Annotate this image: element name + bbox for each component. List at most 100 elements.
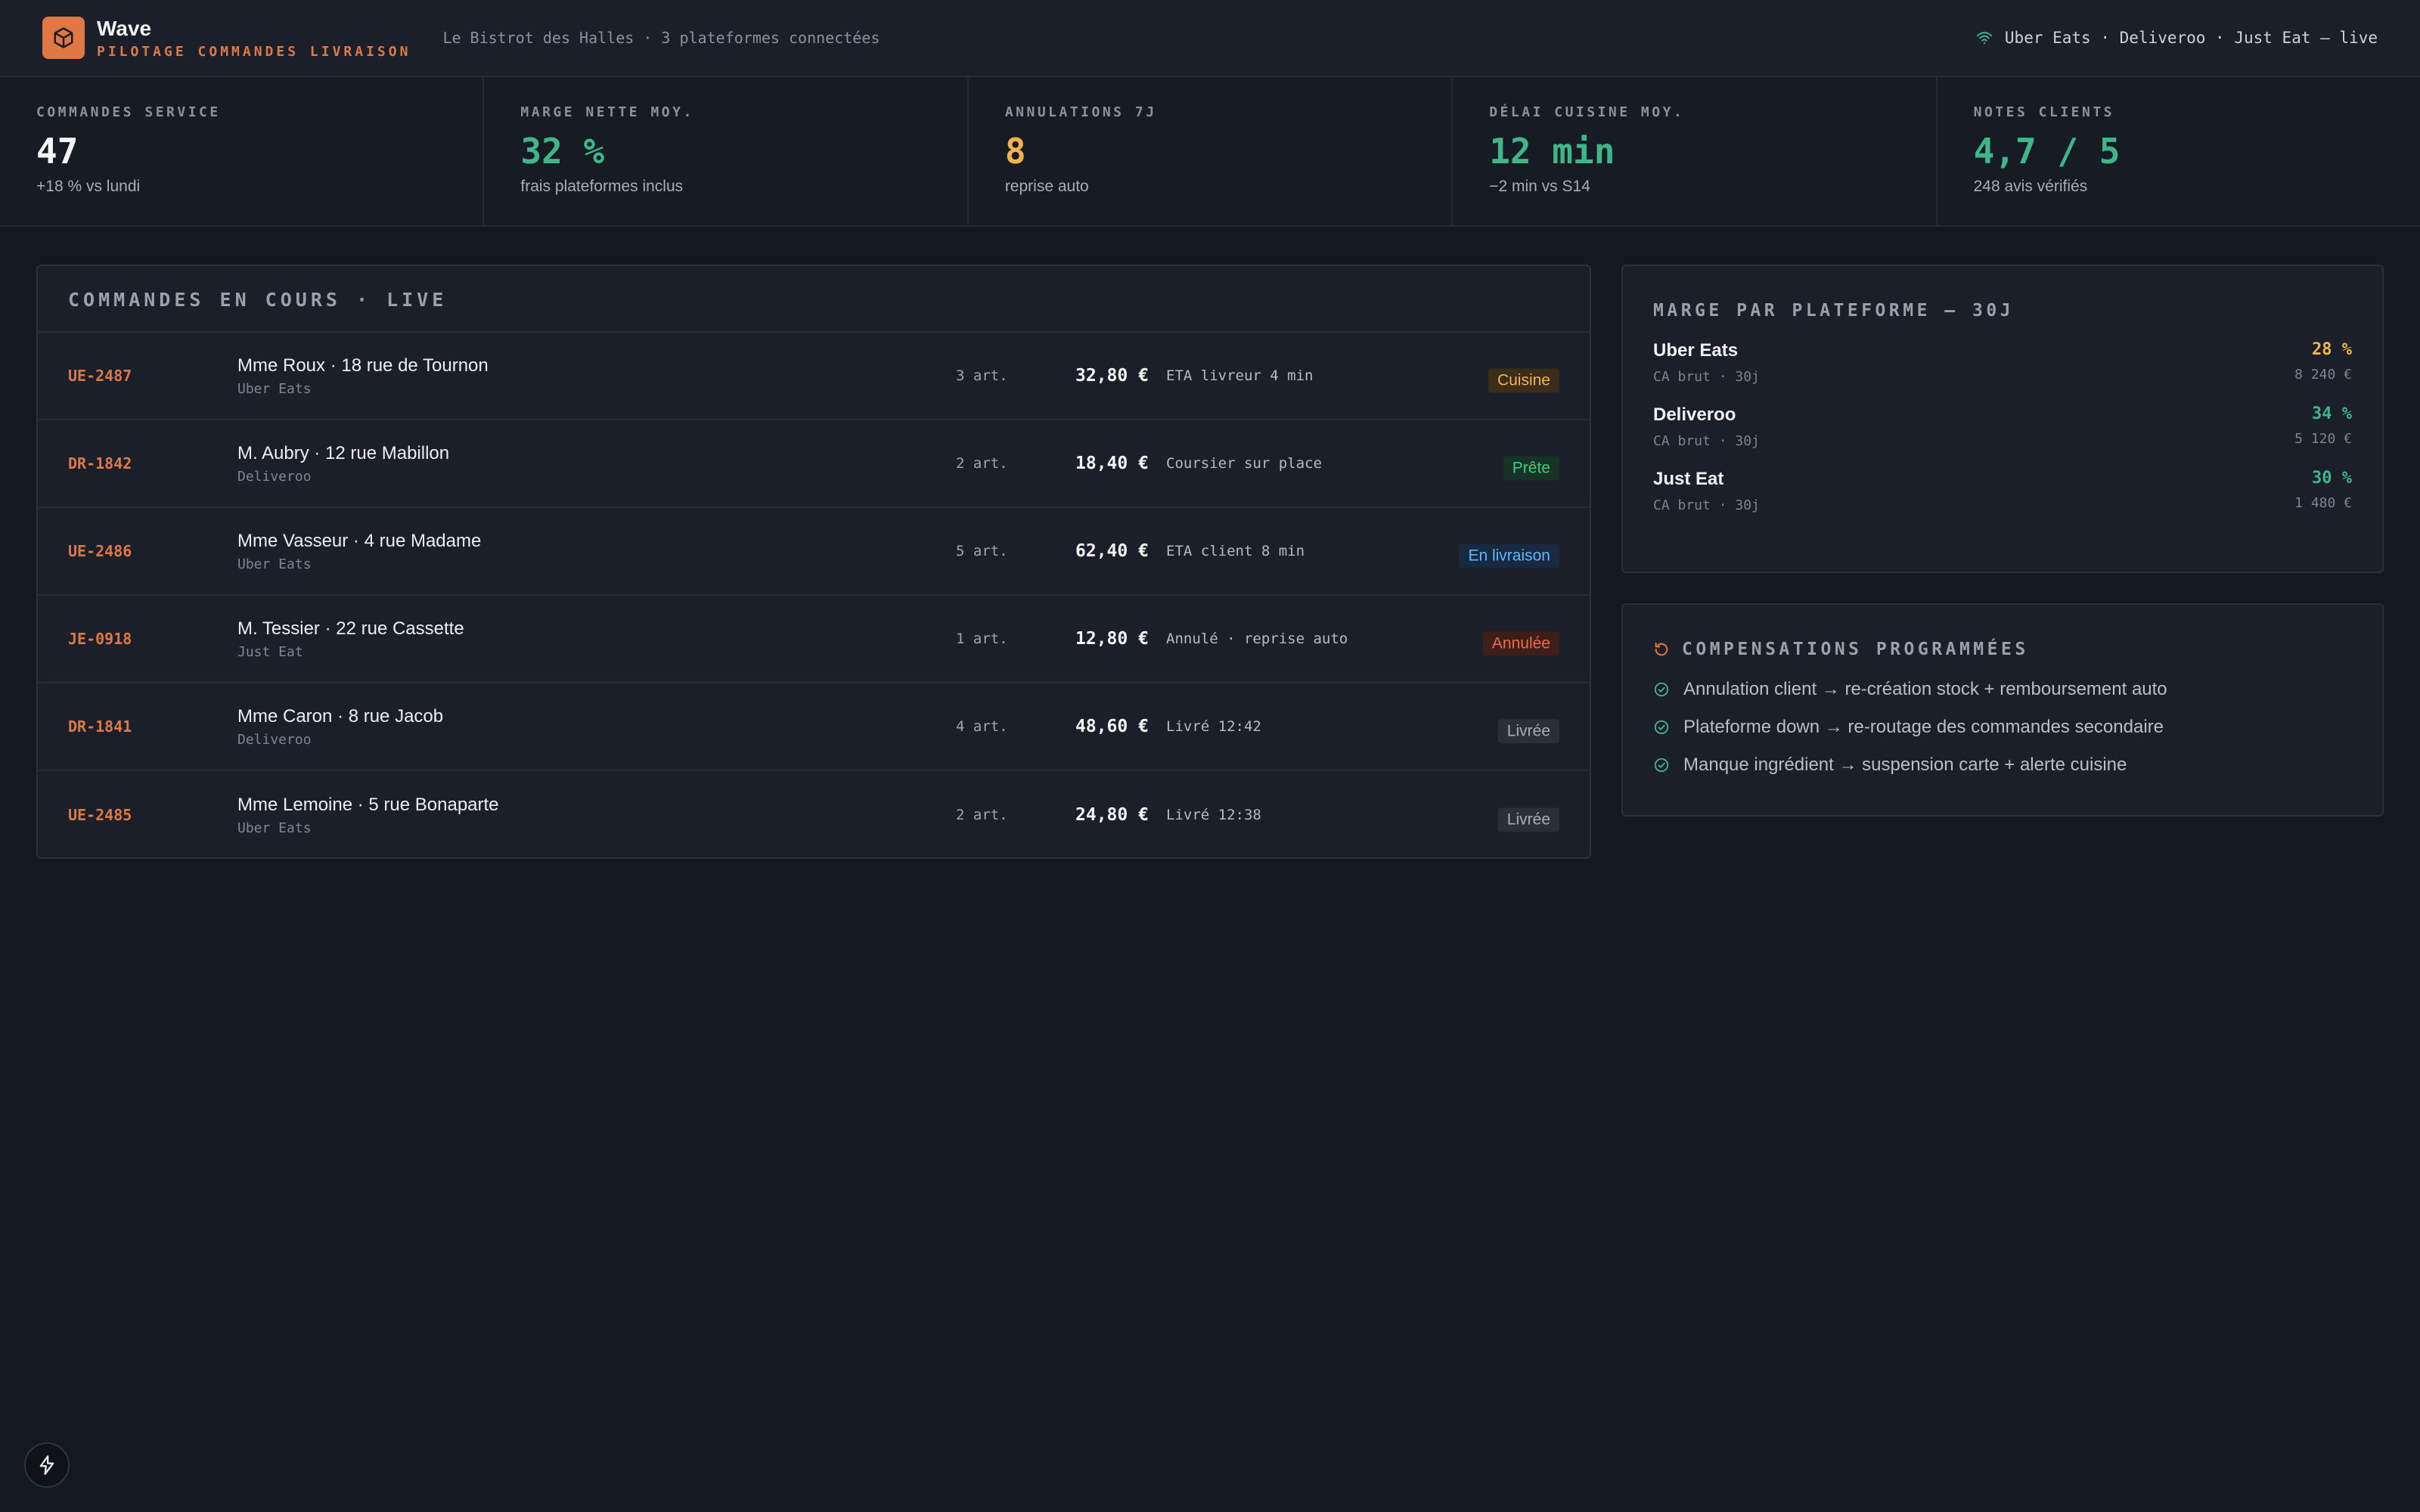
order-customer: Mme Lemoine · 5 rue Bonaparte Uber Eats <box>237 795 956 836</box>
order-row[interactable]: DR-1842 M. Aubry · 12 rue Mabillon Deliv… <box>38 420 1590 508</box>
kpi-value: 12 min <box>1489 131 1615 172</box>
kpi-orders: COMMANDES SERVICE 47 +18 % vs lundi <box>0 77 485 225</box>
order-platform: Deliveroo <box>237 468 312 485</box>
order-id: JE-0918 <box>68 630 132 648</box>
kpi-label: ANNULATIONS 7J <box>1004 104 1157 120</box>
order-price: 48,60 € <box>1075 717 1149 736</box>
order-row[interactable]: UE-2486 Mme Vasseur · 4 rue Madame Uber … <box>38 508 1590 596</box>
order-status-text: Coursier sur place <box>1166 455 1322 472</box>
order-platform: Uber Eats <box>237 820 312 836</box>
quick-action-button[interactable] <box>24 1442 70 1488</box>
order-price: 24,80 € <box>1075 805 1149 825</box>
customer-name: Mme Caron · 8 rue Jacob <box>237 705 444 727</box>
order-price: 18,40 € <box>1075 454 1149 473</box>
platform-margin: 30 % <box>2312 469 2352 488</box>
kpi-label: NOTES CLIENTS <box>1973 104 2115 120</box>
platform-revenue: 5 120 € <box>2294 431 2352 447</box>
order-row[interactable]: UE-2487 Mme Roux · 18 rue de Tournon Ube… <box>38 333 1590 420</box>
live-status-text: Uber Eats · Deliveroo · Just Eat — live <box>2004 29 2378 47</box>
order-id: UE-2486 <box>68 542 132 560</box>
kpi-sub: +18 % vs lundi <box>36 178 141 195</box>
check-circle-icon <box>1654 758 1669 773</box>
brand-name: Wave <box>97 16 152 40</box>
order-row[interactable]: DR-1841 Mme Caron · 8 rue Jacob Delivero… <box>38 683 1590 771</box>
platform-margin: 28 % <box>2312 340 2352 359</box>
platform-margin: 34 % <box>2312 404 2352 423</box>
kpi-ratings: NOTES CLIENTS 4,7 / 5 248 avis vérifiés <box>1938 77 2420 225</box>
compensation-item: Manque ingrédient → suspension carte + a… <box>1653 754 2352 776</box>
check-circle-icon <box>1654 720 1669 735</box>
kpi-strip: COMMANDES SERVICE 47 +18 % vs lundi MARG… <box>0 77 2420 227</box>
customer-name: Mme Vasseur · 4 rue Madame <box>237 530 482 551</box>
order-price: 12,80 € <box>1075 629 1149 649</box>
order-items: 1 art. <box>956 631 1008 647</box>
order-price: 32,80 € <box>1075 366 1149 386</box>
status-badge: Livrée <box>1497 719 1559 744</box>
compensations-header: COMPENSATIONS PROGRAMMÉES <box>1653 640 2352 659</box>
order-id: UE-2485 <box>68 806 132 824</box>
compensation-text: Plateforme down → re-routage des command… <box>1683 717 2164 737</box>
kpi-margin: MARGE NETTE MOY. 32 % frais plateformes … <box>484 77 969 225</box>
kpi-label: MARGE NETTE MOY. <box>520 104 694 120</box>
kpi-sub: reprise auto <box>1004 178 1089 195</box>
status-badge: Annulée <box>1482 631 1559 656</box>
lightning-icon <box>39 1455 54 1475</box>
order-id: DR-1842 <box>68 454 132 472</box>
brand-subtitle: PILOTAGE COMMANDES LIVRAISON <box>97 43 411 60</box>
order-platform: Uber Eats <box>237 380 312 397</box>
margin-row-just-eat: Just Eat CA brut · 30j 30 % 1 480 € <box>1653 469 2352 513</box>
margin-title: MARGE PAR PLATEFORME — 30J <box>1653 301 2015 321</box>
order-row[interactable]: UE-2485 Mme Lemoine · 5 rue Bonaparte Ub… <box>38 771 1590 857</box>
orders-panel: COMMANDES EN COURS · LIVE UE-2487 Mme Ro… <box>36 265 1591 859</box>
live-status: Uber Eats · Deliveroo · Just Eat — live <box>1976 29 2378 47</box>
compensations-title: COMPENSATIONS PROGRAMMÉES <box>1682 640 2029 659</box>
kpi-sub: frais plateformes inclus <box>520 178 684 195</box>
kpi-cancellations: ANNULATIONS 7J 8 reprise auto <box>969 77 1454 225</box>
order-id: DR-1841 <box>68 717 132 736</box>
order-status-text: Annulé · reprise auto <box>1166 631 1348 647</box>
order-row[interactable]: JE-0918 M. Tessier · 22 rue Cassette Jus… <box>38 596 1590 683</box>
order-platform: Uber Eats <box>237 556 312 572</box>
order-customer: Mme Vasseur · 4 rue Madame Uber Eats <box>237 531 956 572</box>
order-status-text: ETA client 8 min <box>1166 543 1305 559</box>
order-items: 2 art. <box>956 807 1008 823</box>
compensations-panel: COMPENSATIONS PROGRAMMÉES Annulation cli… <box>1621 603 2384 816</box>
order-items: 5 art. <box>956 543 1008 559</box>
order-items: 4 art. <box>956 718 1008 735</box>
platform-name: Deliveroo <box>1653 404 1736 425</box>
order-customer: M. Tessier · 22 rue Cassette Just Eat <box>237 618 956 660</box>
kpi-label: DÉLAI CUISINE MOY. <box>1489 104 1685 120</box>
margin-row-uber-eats: Uber Eats CA brut · 30j 28 % 8 240 € <box>1653 340 2352 385</box>
status-badge: Prête <box>1503 456 1559 481</box>
kpi-sub: −2 min vs S14 <box>1489 178 1590 195</box>
margin-panel: MARGE PAR PLATEFORME — 30J Uber Eats CA … <box>1621 265 2384 573</box>
order-customer: M. Aubry · 12 rue Mabillon Deliveroo <box>237 443 956 485</box>
order-status-text: Livré 12:42 <box>1166 718 1261 735</box>
kpi-sub: 248 avis vérifiés <box>1973 178 2088 195</box>
order-platform: Deliveroo <box>237 731 312 748</box>
box-logo-icon[interactable] <box>42 17 85 59</box>
check-circle-icon <box>1654 682 1669 697</box>
order-id: UE-2487 <box>68 367 132 385</box>
order-status-text: Livré 12:38 <box>1166 807 1261 823</box>
customer-name: M. Aubry · 12 rue Mabillon <box>237 442 450 463</box>
customer-name: Mme Lemoine · 5 rue Bonaparte <box>237 794 499 815</box>
top-bar: Wave PILOTAGE COMMANDES LIVRAISON Le Bis… <box>0 0 2420 77</box>
order-customer: Mme Caron · 8 rue Jacob Deliveroo <box>237 706 956 748</box>
order-items: 3 art. <box>956 367 1008 384</box>
order-customer: Mme Roux · 18 rue de Tournon Uber Eats <box>237 355 956 397</box>
kpi-label: COMMANDES SERVICE <box>36 104 221 120</box>
platform-revenue: 1 480 € <box>2294 495 2352 511</box>
kpi-value: 32 % <box>520 131 605 172</box>
kpi-kitchen-delay: DÉLAI CUISINE MOY. 12 min −2 min vs S14 <box>1453 77 1938 225</box>
kpi-value: 8 <box>1004 131 1026 172</box>
status-badge: Livrée <box>1497 807 1559 832</box>
order-items: 2 art. <box>956 455 1008 472</box>
platform-sub: CA brut · 30j <box>1653 369 1760 385</box>
refresh-icon <box>1655 642 1668 656</box>
kpi-value: 4,7 / 5 <box>1973 131 2121 172</box>
platform-name: Just Eat <box>1653 469 1724 489</box>
restaurant-context: Le Bistrot des Halles · 3 plateformes co… <box>442 29 880 47</box>
compensation-text: Annulation client → re-création stock + … <box>1683 679 2167 699</box>
status-badge: En livraison <box>1459 544 1559 569</box>
